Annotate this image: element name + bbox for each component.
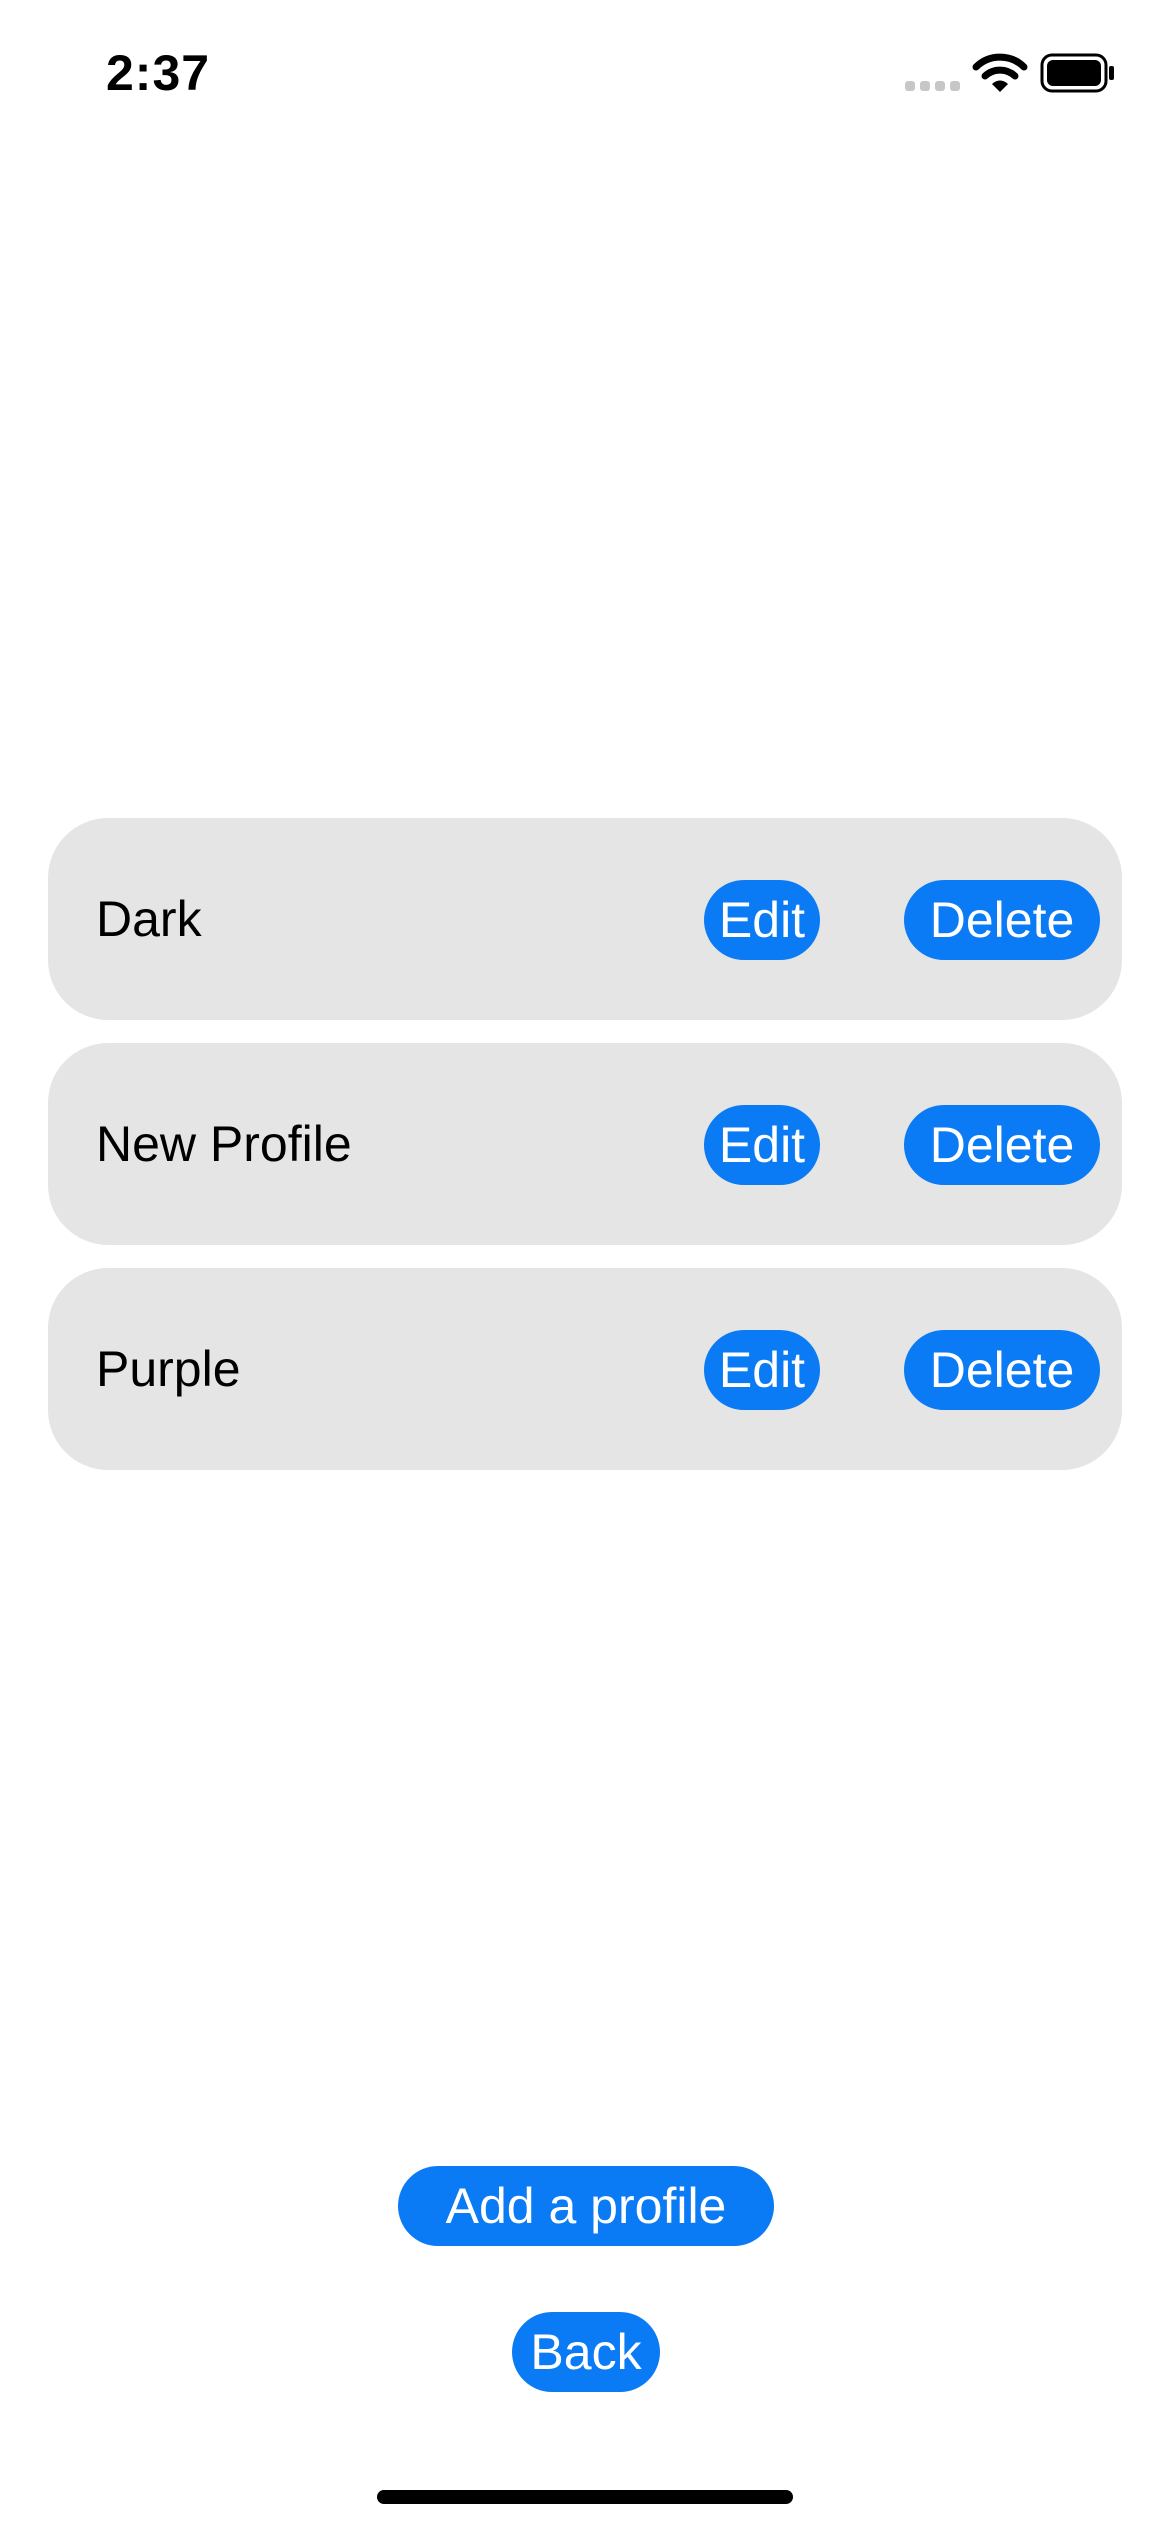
profile-name: Purple — [96, 1341, 241, 1397]
profile-name: New Profile — [96, 1116, 352, 1172]
status-time: 2:37 — [106, 45, 211, 101]
edit-button[interactable]: Edit — [704, 880, 820, 960]
profile-row-dark: Dark Edit Delete — [48, 818, 1122, 1020]
profile-name: Dark — [96, 891, 202, 947]
profile-list: Dark Edit Delete New Profile Edit Delete… — [48, 818, 1122, 1493]
status-bar: 2:37 — [0, 0, 1170, 150]
delete-button[interactable]: Delete — [904, 1330, 1100, 1410]
wifi-icon — [972, 53, 1028, 92]
edit-button[interactable]: Edit — [704, 1105, 820, 1185]
delete-button[interactable]: Delete — [904, 1105, 1100, 1185]
profile-row-purple: Purple Edit Delete — [48, 1268, 1122, 1470]
cellular-signal-icon — [905, 81, 960, 91]
profile-row-new-profile: New Profile Edit Delete — [48, 1043, 1122, 1245]
battery-icon — [1040, 53, 1114, 93]
delete-button[interactable]: Delete — [904, 880, 1100, 960]
add-profile-button[interactable]: Add a profile — [398, 2166, 774, 2246]
home-indicator[interactable] — [377, 2490, 793, 2504]
back-button[interactable]: Back — [512, 2312, 660, 2392]
edit-button[interactable]: Edit — [704, 1330, 820, 1410]
